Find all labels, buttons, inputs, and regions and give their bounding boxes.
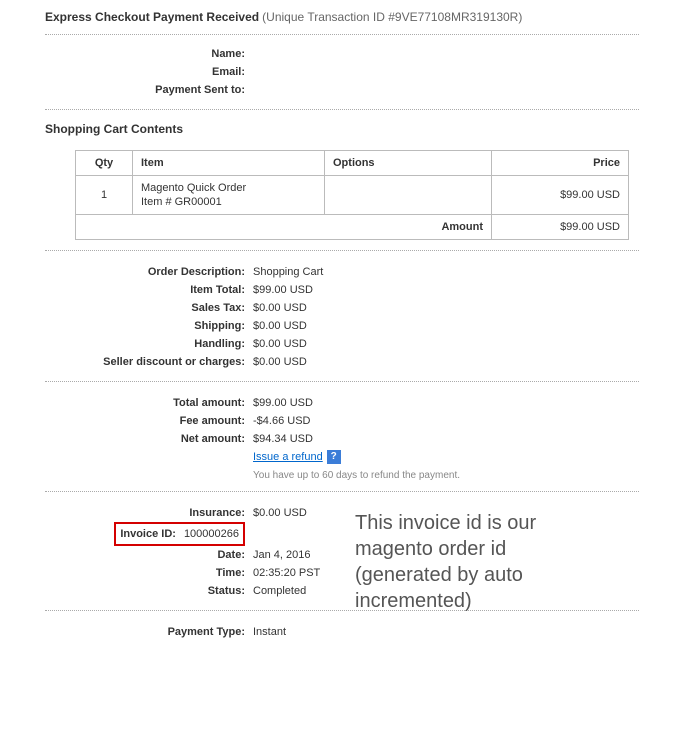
payment-type-value: Instant: [251, 623, 286, 641]
handling-label: Handling:: [45, 335, 251, 353]
divider: [45, 34, 639, 35]
transaction-id: (Unique Transaction ID #9VE77108MR319130…: [262, 10, 522, 24]
cell-options: [325, 176, 492, 215]
sales-tax-value: $0.00 USD: [251, 299, 307, 317]
fee-amount-label: Fee amount:: [45, 412, 251, 430]
order-summary: Order Description: Shopping Cart Item To…: [45, 263, 639, 371]
payment-block: Payment Type: Instant: [45, 623, 639, 641]
status-label: Status:: [45, 582, 251, 600]
payment-type-label: Payment Type:: [45, 623, 251, 641]
page-title: Express Checkout Payment Received (Uniqu…: [45, 10, 639, 24]
divider: [45, 381, 639, 382]
item-sku: Item # GR00001: [141, 196, 316, 208]
invoice-id-label: Invoice ID:: [120, 525, 182, 543]
date-value: Jan 4, 2016: [251, 546, 311, 564]
fee-amount-value: -$4.66 USD: [251, 412, 310, 430]
sales-tax-label: Sales Tax:: [45, 299, 251, 317]
insurance-value: $0.00 USD: [251, 504, 307, 522]
invoice-id-value: 100000266: [182, 525, 239, 543]
status-value: Completed: [251, 582, 306, 600]
item-name: Magento Quick Order: [141, 182, 316, 194]
handling-value: $0.00 USD: [251, 335, 307, 353]
totals-block: Total amount: $99.00 USD Fee amount: -$4…: [45, 394, 639, 466]
amount-label: Amount: [76, 215, 492, 240]
cell-qty: 1: [76, 176, 133, 215]
annotation-text: This invoice id is our magento order id …: [355, 510, 605, 614]
time-value: 02:35:20 PST: [251, 564, 320, 582]
total-amount-label: Total amount:: [45, 394, 251, 412]
cart-heading: Shopping Cart Contents: [45, 122, 639, 136]
buyer-info: Name: Email: Payment Sent to:: [45, 45, 639, 99]
col-options: Options: [325, 151, 492, 176]
email-value: [251, 63, 253, 81]
cell-item: Magento Quick Order Item # GR00001: [133, 176, 325, 215]
help-icon[interactable]: ?: [327, 450, 341, 464]
name-label: Name:: [45, 45, 251, 63]
insurance-label: Insurance:: [45, 504, 251, 522]
order-desc-value: Shopping Cart: [251, 263, 323, 281]
payment-sent-to-value: [251, 81, 253, 99]
cart-table: Qty Item Options Price 1 Magento Quick O…: [75, 150, 629, 240]
divider: [45, 491, 639, 492]
payment-sent-to-label: Payment Sent to:: [45, 81, 251, 99]
invoice-id-highlight: Invoice ID: 100000266: [114, 522, 245, 546]
title-bold: Express Checkout Payment Received: [45, 10, 259, 24]
total-amount-value: $99.00 USD: [251, 394, 313, 412]
table-row: 1 Magento Quick Order Item # GR00001 $99…: [76, 176, 629, 215]
amount-value: $99.00 USD: [492, 215, 629, 240]
amount-row: Amount $99.00 USD: [76, 215, 629, 240]
email-label: Email:: [45, 63, 251, 81]
seller-discount-label: Seller discount or charges:: [45, 353, 251, 371]
divider: [45, 250, 639, 251]
date-label: Date:: [45, 546, 251, 564]
col-qty: Qty: [76, 151, 133, 176]
col-price: Price: [492, 151, 629, 176]
item-total-label: Item Total:: [45, 281, 251, 299]
order-desc-label: Order Description:: [45, 263, 251, 281]
divider: [45, 109, 639, 110]
issue-refund-link[interactable]: Issue a refund: [253, 448, 323, 466]
refund-note: You have up to 60 days to refund the pay…: [253, 470, 639, 481]
name-value: [251, 45, 253, 63]
table-header-row: Qty Item Options Price: [76, 151, 629, 176]
time-label: Time:: [45, 564, 251, 582]
shipping-label: Shipping:: [45, 317, 251, 335]
cell-price: $99.00 USD: [492, 176, 629, 215]
refund-spacer: [45, 448, 251, 466]
net-amount-value: $94.34 USD: [251, 430, 313, 448]
item-total-value: $99.00 USD: [251, 281, 313, 299]
seller-discount-value: $0.00 USD: [251, 353, 307, 371]
net-amount-label: Net amount:: [45, 430, 251, 448]
shipping-value: $0.00 USD: [251, 317, 307, 335]
col-item: Item: [133, 151, 325, 176]
